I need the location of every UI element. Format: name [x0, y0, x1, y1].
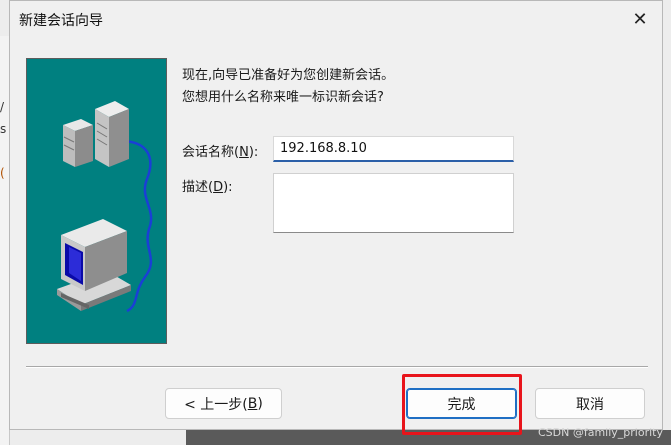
dialog-title: 新建会话向导 [19, 13, 103, 29]
intro-line: 您想用什么名称来唯一标识新会话? [182, 90, 384, 105]
background-text-fragment: s [0, 122, 7, 136]
title-bar[interactable]: 新建会话向导 ✕ [10, 1, 662, 37]
watermark-text: CSDN @family_priority [537, 426, 663, 439]
background-text-fragment: / [0, 100, 5, 114]
session-name-label: 会话名称(N): [182, 141, 258, 160]
button-label: < 上一步( [184, 396, 248, 413]
highlight-annotation-box [402, 374, 522, 435]
intro-line: 现在,向导已准备好为您创建新会话。 [182, 68, 395, 83]
label-text: 描述( [182, 180, 214, 195]
description-textarea[interactable] [273, 173, 514, 233]
cancel-button[interactable]: 取消 [535, 388, 645, 419]
label-text: ): [248, 145, 259, 160]
label-text: 会话名称( [182, 145, 240, 160]
new-session-wizard-dialog: 新建会话向导 ✕ 现在,向导已准备好为您创建新会话。 您想用什么名称来唯一标识新… [9, 0, 663, 435]
background-text-fragment: ( [0, 166, 5, 180]
divider [26, 366, 648, 368]
back-button[interactable]: < 上一步(B) [165, 388, 282, 419]
button-label: ) [257, 395, 263, 412]
label-text: ): [223, 180, 233, 195]
server-tower-icon [95, 101, 129, 167]
description-label: 描述(D): [182, 176, 233, 195]
accelerator-key: B [247, 395, 258, 412]
accelerator-key: N [239, 145, 249, 160]
close-button[interactable]: ✕ [628, 8, 652, 30]
accelerator-key: D [213, 180, 224, 195]
close-icon: ✕ [632, 8, 648, 30]
server-tower-icon [63, 119, 93, 167]
computer-monitor-icon [57, 219, 131, 311]
wizard-illustration [26, 58, 167, 344]
session-name-input[interactable] [273, 136, 514, 162]
intro-text: 现在,向导已准备好为您创建新会话。 您想用什么名称来唯一标识新会话? [182, 65, 394, 109]
